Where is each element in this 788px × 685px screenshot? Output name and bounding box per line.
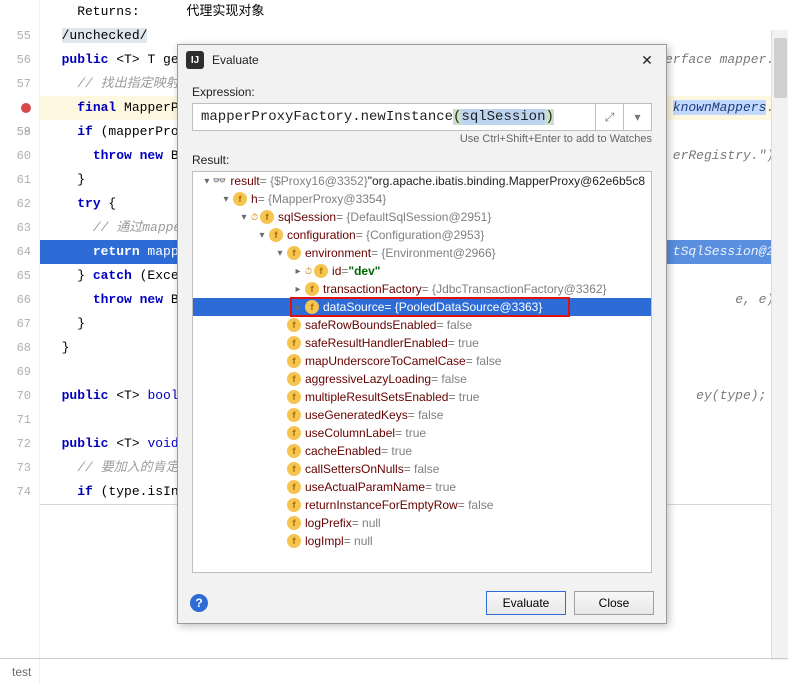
- expression-label: Expression:: [192, 85, 652, 99]
- tree-row[interactable]: fmapUnderscoreToCamelCase = false: [193, 352, 651, 370]
- tree-twisty-icon[interactable]: ▸: [291, 284, 305, 295]
- field-icon: f: [305, 300, 319, 314]
- tree-twisty-icon[interactable]: ▸: [291, 302, 305, 313]
- tree-row[interactable]: fcallSettersOnNulls = false: [193, 460, 651, 478]
- code-line[interactable]: Returns: 代理实现对象: [40, 0, 788, 24]
- close-icon[interactable]: ✕: [636, 52, 658, 69]
- field-icon: f: [287, 336, 301, 350]
- field-icon: f: [287, 390, 301, 404]
- close-button[interactable]: Close: [574, 591, 654, 615]
- field-icon: f: [287, 462, 301, 476]
- footer-tab-test[interactable]: test: [0, 659, 43, 685]
- tree-row[interactable]: fsafeRowBoundsEnabled = false: [193, 316, 651, 334]
- tree-row[interactable]: fuseActualParamName = true: [193, 478, 651, 496]
- field-icon: f: [287, 444, 301, 458]
- field-icon: f: [287, 480, 301, 494]
- field-icon: f: [260, 210, 274, 224]
- tree-row[interactable]: ▾fh = {MapperProxy@3354}: [193, 190, 651, 208]
- evaluate-dialog: IJ Evaluate ✕ Expression: mapperProxyFac…: [177, 44, 667, 624]
- tree-row[interactable]: ▸ftransactionFactory = {JdbcTransactionF…: [193, 280, 651, 298]
- result-panel[interactable]: ▾result = {$Proxy16@3352} "org.apache.ib…: [192, 171, 652, 573]
- field-icon: f: [287, 372, 301, 386]
- tree-row[interactable]: fmultipleResultSetsEnabled = true: [193, 388, 651, 406]
- tree-twisty-icon[interactable]: ▾: [273, 248, 287, 259]
- dialog-title: Evaluate: [212, 53, 636, 67]
- field-icon: f: [269, 228, 283, 242]
- tree-twisty-icon[interactable]: ▸: [291, 266, 305, 277]
- tree-twisty-icon[interactable]: ▾: [219, 194, 233, 205]
- field-icon: f: [287, 516, 301, 530]
- tree-row[interactable]: fsafeResultHandlerEnabled = true: [193, 334, 651, 352]
- app-icon: IJ: [186, 51, 204, 69]
- field-icon: f: [305, 282, 319, 296]
- field-icon: f: [233, 192, 247, 206]
- evaluate-button[interactable]: Evaluate: [486, 591, 566, 615]
- field-icon: f: [287, 246, 301, 260]
- scrollbar-thumb[interactable]: [774, 38, 787, 98]
- tree-row[interactable]: flogImpl = null: [193, 532, 651, 550]
- editor-footer: test: [0, 658, 788, 684]
- tree-row[interactable]: ▾fconfiguration = {Configuration@2953}: [193, 226, 651, 244]
- tree-row[interactable]: ▾result = {$Proxy16@3352} "org.apache.ib…: [193, 172, 651, 190]
- tree-row[interactable]: ▾fenvironment = {Environment@2966}: [193, 244, 651, 262]
- tree-row[interactable]: fcacheEnabled = true: [193, 442, 651, 460]
- dialog-button-bar: ? Evaluate Close: [178, 583, 666, 623]
- editor-scrollbar[interactable]: [771, 30, 788, 660]
- editor-gutter: 555657 585960616263646566676869707172737…: [0, 0, 40, 684]
- help-icon[interactable]: ?: [190, 594, 208, 612]
- tree-row[interactable]: ▸⏱fid = "dev": [193, 262, 651, 280]
- field-icon: f: [287, 426, 301, 440]
- field-icon: f: [287, 534, 301, 548]
- result-label: Result:: [192, 153, 652, 167]
- tree-twisty-icon[interactable]: ▾: [255, 230, 269, 241]
- tree-row[interactable]: freturnInstanceForEmptyRow = false: [193, 496, 651, 514]
- result-root-icon: [213, 174, 227, 188]
- tree-row-selected[interactable]: ▸fdataSource = {PooledDataSource@3363}: [193, 298, 651, 316]
- tree-row[interactable]: fuseColumnLabel = true: [193, 424, 651, 442]
- tree-row[interactable]: flogPrefix = null: [193, 514, 651, 532]
- expression-input[interactable]: mapperProxyFactory.newInstance(sqlSessio…: [192, 103, 596, 131]
- expression-history-dropdown[interactable]: ▾: [624, 103, 652, 131]
- expression-hint: Use Ctrl+Shift+Enter to add to Watches: [192, 133, 652, 145]
- field-icon: f: [287, 354, 301, 368]
- tree-twisty-icon[interactable]: ▾: [201, 176, 213, 187]
- tree-twisty-icon[interactable]: ▾: [237, 212, 251, 223]
- tree-row[interactable]: fuseGeneratedKeys = false: [193, 406, 651, 424]
- field-icon: f: [287, 318, 301, 332]
- field-icon: f: [314, 264, 328, 278]
- field-icon: f: [287, 408, 301, 422]
- tree-row[interactable]: ▾⏱fsqlSession = {DefaultSqlSession@2951}: [193, 208, 651, 226]
- tree-row[interactable]: faggressiveLazyLoading = false: [193, 370, 651, 388]
- field-icon: f: [287, 498, 301, 512]
- expand-expression-icon[interactable]: ⤢: [596, 103, 624, 131]
- dialog-titlebar[interactable]: IJ Evaluate ✕: [178, 45, 666, 75]
